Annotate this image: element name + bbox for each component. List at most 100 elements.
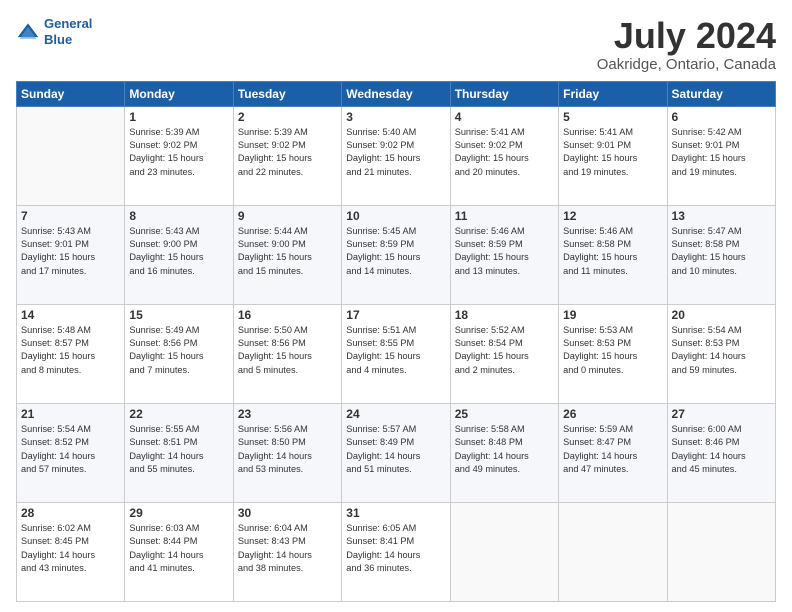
day-header-friday: Friday [559, 81, 667, 106]
cell-info: Sunrise: 5:52 AMSunset: 8:54 PMDaylight:… [455, 324, 554, 377]
calendar-cell: 15Sunrise: 5:49 AMSunset: 8:56 PMDayligh… [125, 304, 233, 403]
subtitle: Oakridge, Ontario, Canada [597, 56, 776, 73]
day-number: 19 [563, 308, 662, 322]
day-header-wednesday: Wednesday [342, 81, 450, 106]
day-header-thursday: Thursday [450, 81, 558, 106]
cell-info: Sunrise: 5:56 AMSunset: 8:50 PMDaylight:… [238, 423, 337, 476]
day-number: 27 [672, 407, 771, 421]
day-number: 7 [21, 209, 120, 223]
logo-line1: General [44, 16, 92, 31]
calendar-cell: 1 Sunrise: 5:39 AMSunset: 9:02 PMDaylight… [125, 106, 233, 205]
cell-info: Sunrise: 5:39 AMSunset: 9:02 PMDaylight:… [129, 126, 228, 179]
day-number: 28 [21, 506, 120, 520]
week-row-5: 28 Sunrise: 6:02 AMSunset: 8:45 PMDayligh… [17, 502, 776, 601]
calendar-cell: 10 Sunrise: 5:45 AMSunset: 8:59 PMDayligh… [342, 205, 450, 304]
day-number: 24 [346, 407, 445, 421]
calendar-cell: 4 Sunrise: 5:41 AMSunset: 9:02 PMDaylight… [450, 106, 558, 205]
header: General Blue July 2024 Oakridge, Ontario… [16, 16, 776, 73]
calendar-cell: 2 Sunrise: 5:39 AMSunset: 9:02 PMDaylight… [233, 106, 341, 205]
cell-info: Sunrise: 6:00 AMSunset: 8:46 PMDaylight:… [672, 423, 771, 476]
cell-info: Sunrise: 5:44 AMSunset: 9:00 PMDaylight:… [238, 225, 337, 278]
day-number: 6 [672, 110, 771, 124]
title-block: July 2024 Oakridge, Ontario, Canada [597, 16, 776, 73]
cell-info: Sunrise: 5:50 AMSunset: 8:56 PMDaylight:… [238, 324, 337, 377]
day-number: 31 [346, 506, 445, 520]
calendar-cell [559, 502, 667, 601]
cell-info: Sunrise: 6:04 AMSunset: 8:43 PMDaylight:… [238, 522, 337, 575]
calendar-cell: 18 Sunrise: 5:52 AMSunset: 8:54 PMDayligh… [450, 304, 558, 403]
calendar-cell: 30 Sunrise: 6:04 AMSunset: 8:43 PMDayligh… [233, 502, 341, 601]
week-row-2: 7 Sunrise: 5:43 AMSunset: 9:01 PMDaylight… [17, 205, 776, 304]
day-number: 10 [346, 209, 445, 223]
day-number: 26 [563, 407, 662, 421]
day-number: 13 [672, 209, 771, 223]
calendar-cell: 12Sunrise: 5:46 AMSunset: 8:58 PMDayligh… [559, 205, 667, 304]
day-number: 18 [455, 308, 554, 322]
day-number: 1 [129, 110, 228, 124]
week-row-1: 1 Sunrise: 5:39 AMSunset: 9:02 PMDaylight… [17, 106, 776, 205]
calendar-header-row: SundayMondayTuesdayWednesdayThursdayFrid… [17, 81, 776, 106]
day-number: 30 [238, 506, 337, 520]
day-number: 4 [455, 110, 554, 124]
calendar-cell: 20Sunrise: 5:54 AMSunset: 8:53 PMDayligh… [667, 304, 775, 403]
calendar-cell: 26 Sunrise: 5:59 AMSunset: 8:47 PMDayligh… [559, 403, 667, 502]
cell-info: Sunrise: 5:40 AMSunset: 9:02 PMDaylight:… [346, 126, 445, 179]
calendar-cell: 3 Sunrise: 5:40 AMSunset: 9:02 PMDaylight… [342, 106, 450, 205]
cell-info: Sunrise: 5:54 AMSunset: 8:53 PMDaylight:… [672, 324, 771, 377]
day-number: 3 [346, 110, 445, 124]
day-number: 14 [21, 308, 120, 322]
week-row-4: 21Sunrise: 5:54 AMSunset: 8:52 PMDayligh… [17, 403, 776, 502]
cell-info: Sunrise: 5:45 AMSunset: 8:59 PMDaylight:… [346, 225, 445, 278]
logo-icon [16, 20, 40, 44]
cell-info: Sunrise: 6:05 AMSunset: 8:41 PMDaylight:… [346, 522, 445, 575]
calendar-cell: 9 Sunrise: 5:44 AMSunset: 9:00 PMDaylight… [233, 205, 341, 304]
cell-info: Sunrise: 5:47 AMSunset: 8:58 PMDaylight:… [672, 225, 771, 278]
day-number: 29 [129, 506, 228, 520]
day-number: 2 [238, 110, 337, 124]
cell-info: Sunrise: 5:39 AMSunset: 9:02 PMDaylight:… [238, 126, 337, 179]
calendar-cell [450, 502, 558, 601]
calendar-cell: 13 Sunrise: 5:47 AMSunset: 8:58 PMDayligh… [667, 205, 775, 304]
cell-info: Sunrise: 5:42 AMSunset: 9:01 PMDaylight:… [672, 126, 771, 179]
calendar-cell: 5Sunrise: 5:41 AMSunset: 9:01 PMDaylight… [559, 106, 667, 205]
cell-info: Sunrise: 5:41 AMSunset: 9:02 PMDaylight:… [455, 126, 554, 179]
calendar-cell: 31 Sunrise: 6:05 AMSunset: 8:41 PMDayligh… [342, 502, 450, 601]
calendar-cell: 19 Sunrise: 5:53 AMSunset: 8:53 PMDayligh… [559, 304, 667, 403]
cell-info: Sunrise: 5:57 AMSunset: 8:49 PMDaylight:… [346, 423, 445, 476]
day-number: 8 [129, 209, 228, 223]
main-title: July 2024 [597, 16, 776, 56]
calendar-cell: 11 Sunrise: 5:46 AMSunset: 8:59 PMDayligh… [450, 205, 558, 304]
cell-info: Sunrise: 5:46 AMSunset: 8:59 PMDaylight:… [455, 225, 554, 278]
day-number: 9 [238, 209, 337, 223]
calendar-cell: 24 Sunrise: 5:57 AMSunset: 8:49 PMDayligh… [342, 403, 450, 502]
day-number: 23 [238, 407, 337, 421]
cell-info: Sunrise: 5:46 AMSunset: 8:58 PMDaylight:… [563, 225, 662, 278]
calendar-page: General Blue July 2024 Oakridge, Ontario… [0, 0, 792, 612]
calendar-cell: 28 Sunrise: 6:02 AMSunset: 8:45 PMDayligh… [17, 502, 125, 601]
calendar-cell: 14 Sunrise: 5:48 AMSunset: 8:57 PMDayligh… [17, 304, 125, 403]
cell-info: Sunrise: 5:55 AMSunset: 8:51 PMDaylight:… [129, 423, 228, 476]
cell-info: Sunrise: 5:51 AMSunset: 8:55 PMDaylight:… [346, 324, 445, 377]
day-number: 17 [346, 308, 445, 322]
cell-info: Sunrise: 5:43 AMSunset: 9:00 PMDaylight:… [129, 225, 228, 278]
cell-info: Sunrise: 5:59 AMSunset: 8:47 PMDaylight:… [563, 423, 662, 476]
cell-info: Sunrise: 5:53 AMSunset: 8:53 PMDaylight:… [563, 324, 662, 377]
week-row-3: 14 Sunrise: 5:48 AMSunset: 8:57 PMDayligh… [17, 304, 776, 403]
calendar-cell: 22 Sunrise: 5:55 AMSunset: 8:51 PMDayligh… [125, 403, 233, 502]
cell-info: Sunrise: 5:48 AMSunset: 8:57 PMDaylight:… [21, 324, 120, 377]
cell-info: Sunrise: 5:58 AMSunset: 8:48 PMDaylight:… [455, 423, 554, 476]
cell-info: Sunrise: 6:02 AMSunset: 8:45 PMDaylight:… [21, 522, 120, 575]
calendar-cell: 8 Sunrise: 5:43 AMSunset: 9:00 PMDaylight… [125, 205, 233, 304]
day-number: 11 [455, 209, 554, 223]
logo: General Blue [16, 16, 92, 47]
cell-info: Sunrise: 6:03 AMSunset: 8:44 PMDaylight:… [129, 522, 228, 575]
calendar-cell: 21Sunrise: 5:54 AMSunset: 8:52 PMDayligh… [17, 403, 125, 502]
day-number: 22 [129, 407, 228, 421]
day-header-saturday: Saturday [667, 81, 775, 106]
calendar-cell: 29 Sunrise: 6:03 AMSunset: 8:44 PMDayligh… [125, 502, 233, 601]
day-number: 15 [129, 308, 228, 322]
day-header-tuesday: Tuesday [233, 81, 341, 106]
day-header-monday: Monday [125, 81, 233, 106]
calendar-cell: 23 Sunrise: 5:56 AMSunset: 8:50 PMDayligh… [233, 403, 341, 502]
cell-info: Sunrise: 5:43 AMSunset: 9:01 PMDaylight:… [21, 225, 120, 278]
